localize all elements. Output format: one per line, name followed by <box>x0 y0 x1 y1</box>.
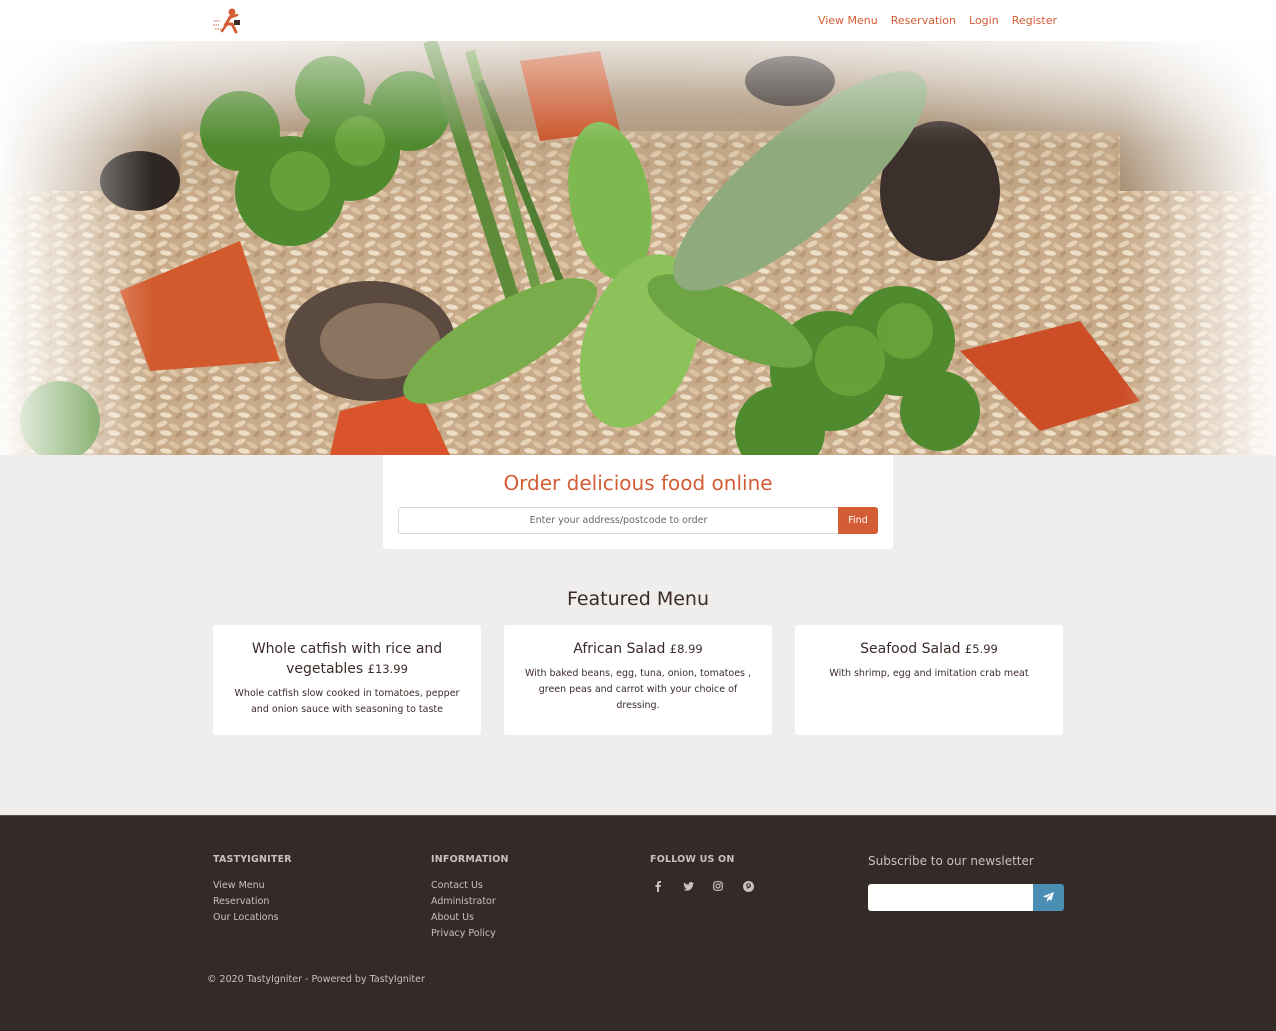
footer-link-reservation[interactable]: Reservation <box>213 894 292 910</box>
menu-item-description: With baked beans, egg, tuna, onion, toma… <box>524 668 752 711</box>
menu-item-name: Seafood Salad <box>860 641 961 657</box>
footer-col-follow: FOLLOW US ON <box>650 854 756 894</box>
copyright-text: © 2020 TastyIgniter - Powered by TastyIg… <box>207 974 425 985</box>
footer-link-view-menu[interactable]: View Menu <box>213 878 292 894</box>
site-header: View Menu Reservation Login Register <box>0 0 1276 41</box>
address-search: Find <box>398 507 878 534</box>
footer-col-newsletter: Subscribe to our newsletter <box>868 854 1064 911</box>
pinterest-icon[interactable] <box>740 878 756 894</box>
order-panel: Order delicious food online Find <box>383 455 893 549</box>
footer-link-privacy-policy[interactable]: Privacy Policy <box>431 926 509 942</box>
menu-card[interactable]: African Salad £8.99 With baked beans, eg… <box>504 625 772 735</box>
site-footer: TASTYIGNITER View Menu Reservation Our L… <box>0 815 1276 1031</box>
menu-item-price: £13.99 <box>367 662 408 676</box>
featured-menu-title: Featured Menu <box>566 588 710 610</box>
footer-heading: TASTYIGNITER <box>213 854 292 865</box>
menu-item-name: African Salad <box>573 641 666 657</box>
nav-login[interactable]: Login <box>969 14 999 27</box>
menu-item-price: £8.99 <box>669 642 703 656</box>
find-button[interactable]: Find <box>838 507 878 534</box>
newsletter-email-input[interactable] <box>868 884 1033 911</box>
newsletter-submit-button[interactable] <box>1033 884 1064 911</box>
footer-link-administrator[interactable]: Administrator <box>431 894 509 910</box>
facebook-icon[interactable] <box>650 878 666 894</box>
menu-card[interactable]: Whole catfish with rice and vegetables £… <box>213 625 481 735</box>
menu-card-title: Seafood Salad £5.99 <box>809 639 1049 659</box>
hero-image <box>0 41 1276 455</box>
send-icon <box>1043 890 1054 905</box>
menu-item-description: With shrimp, egg and imitation crab meat <box>829 668 1029 679</box>
footer-link-contact-us[interactable]: Contact Us <box>431 878 509 894</box>
menu-item-description: Whole catfish slow cooked in tomatoes, p… <box>234 688 460 715</box>
nav-view-menu[interactable]: View Menu <box>818 14 878 27</box>
newsletter-form <box>868 884 1064 911</box>
footer-heading: INFORMATION <box>431 854 509 865</box>
menu-card-title: Whole catfish with rice and vegetables £… <box>227 639 467 679</box>
social-links <box>650 878 756 894</box>
order-title: Order delicious food online <box>503 471 773 495</box>
main-nav: View Menu Reservation Login Register <box>818 0 1057 41</box>
menu-card-title: African Salad £8.99 <box>518 639 758 659</box>
footer-link-our-locations[interactable]: Our Locations <box>213 910 292 926</box>
logo-icon[interactable] <box>212 6 244 34</box>
menu-item-name: Whole catfish with rice and vegetables <box>251 641 443 677</box>
menu-item-price: £5.99 <box>964 642 998 656</box>
nav-register[interactable]: Register <box>1012 14 1057 27</box>
address-search-input[interactable] <box>398 507 838 534</box>
footer-heading: FOLLOW US ON <box>650 854 735 865</box>
instagram-icon[interactable] <box>710 878 726 894</box>
twitter-icon[interactable] <box>680 878 696 894</box>
nav-reservation[interactable]: Reservation <box>891 14 956 27</box>
footer-col-tastyigniter: TASTYIGNITER View Menu Reservation Our L… <box>213 854 292 926</box>
footer-col-information: INFORMATION Contact Us Administrator Abo… <box>431 854 509 942</box>
menu-card[interactable]: Seafood Salad £5.99 With shrimp, egg and… <box>795 625 1063 735</box>
footer-link-about-us[interactable]: About Us <box>431 910 509 926</box>
newsletter-title: Subscribe to our newsletter <box>868 854 1034 868</box>
